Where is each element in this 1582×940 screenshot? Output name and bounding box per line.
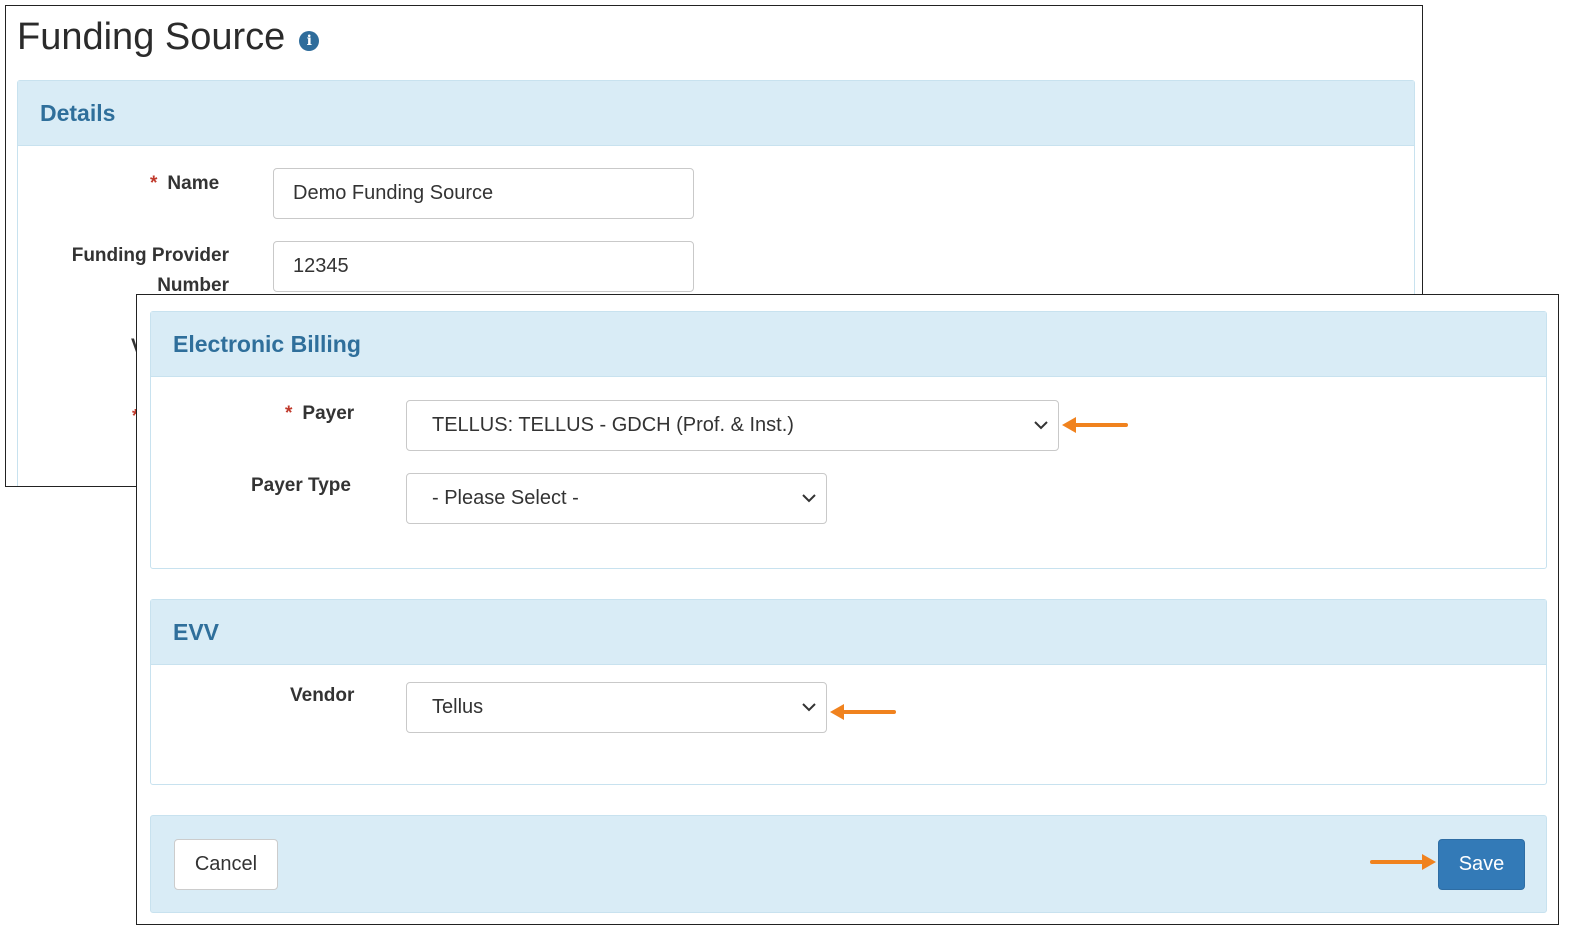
chevron-down-icon	[802, 701, 816, 715]
form-actions: Cancel Save	[150, 815, 1547, 913]
chevron-down-icon	[1034, 419, 1048, 433]
payer-type-select[interactable]: - Please Select -	[406, 473, 827, 524]
payer-label: * Payer	[285, 403, 355, 424]
funding-provider-number-label: Funding Provider Number	[71, 245, 229, 296]
evv-heading: EVV	[151, 600, 1546, 665]
funding-provider-number-input[interactable]: 12345	[273, 241, 694, 292]
payer-select[interactable]: TELLUS: TELLUS - GDCH (Prof. & Inst.)	[406, 400, 1059, 451]
details-heading: Details	[18, 81, 1414, 146]
arrow-right-icon	[1370, 854, 1436, 870]
name-input[interactable]: Demo Funding Source	[273, 168, 694, 219]
required-marker: *	[285, 403, 293, 424]
chevron-down-icon	[802, 492, 816, 506]
arrow-left-icon	[830, 704, 896, 720]
electronic-billing-panel: Electronic Billing * Payer TELLUS: TELLUS…	[150, 311, 1547, 569]
required-marker: *	[150, 173, 158, 194]
vendor-select[interactable]: Tellus	[406, 682, 827, 733]
page-title-text: Funding Source	[17, 16, 286, 58]
electronic-billing-heading: Electronic Billing	[151, 312, 1546, 377]
arrow-left-icon	[1062, 417, 1128, 433]
payer-type-label: Payer Type	[251, 475, 351, 496]
billing-window: Electronic Billing * Payer TELLUS: TELLUS…	[136, 294, 1559, 925]
evv-panel: EVV Vendor Tellus	[150, 599, 1547, 785]
vendor-label: Vendor	[290, 685, 355, 706]
save-button[interactable]: Save	[1438, 839, 1525, 890]
page-title: Funding Source i	[17, 16, 320, 59]
cancel-button[interactable]: Cancel	[174, 839, 278, 890]
name-label: * Name	[150, 173, 220, 194]
info-icon[interactable]: i	[299, 30, 320, 51]
